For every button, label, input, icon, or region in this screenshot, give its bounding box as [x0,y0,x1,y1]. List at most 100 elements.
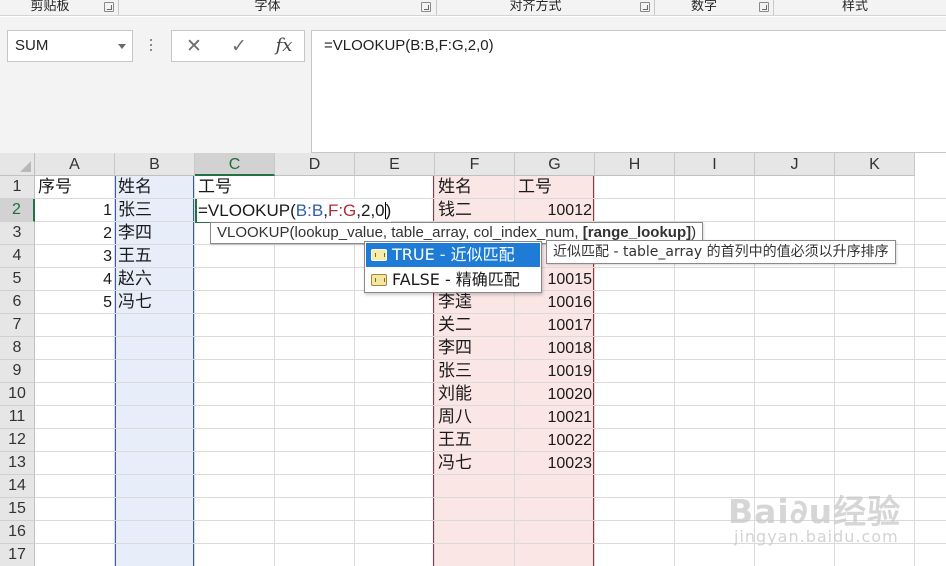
ribbon-separator [118,0,119,15]
cell-b1[interactable]: 姓名 [115,176,195,199]
row-header-16[interactable]: 16 [0,521,35,544]
formula-prefix: =VLOOKUP( [198,201,296,220]
cell-f12[interactable]: 王五 [435,429,515,452]
autocomplete-item-label: TRUE - 近似匹配 [392,245,515,264]
cell-g6[interactable]: 10016 [515,291,595,314]
cell-a6[interactable]: 5 [35,291,115,314]
row-header-5[interactable]: 5 [0,268,35,291]
row-header-11[interactable]: 11 [0,406,35,429]
row-header-10[interactable]: 10 [0,383,35,406]
ribbon-group-clipboard: 剪贴板 [30,0,70,14]
column-header-a[interactable]: A [35,153,115,176]
cell-f7[interactable]: 关二 [435,314,515,337]
close-icon[interactable]: ✕ [176,31,212,61]
cell-b2[interactable]: 张三 [115,199,195,222]
formula-ref-b: B:B [295,201,324,220]
autocomplete-list: TRUE - 近似匹配 FALSE - 精确匹配 [364,241,542,293]
column-header-h[interactable]: H [595,153,675,176]
row-header-13[interactable]: 13 [0,452,35,475]
ribbon-group-alignment: 对齐方式 [509,0,562,14]
column-header-j[interactable]: J [755,153,835,176]
font-launcher-icon[interactable] [421,2,431,12]
cell-a2[interactable]: 1 [35,199,115,222]
cell-g13[interactable]: 10023 [515,452,595,475]
column-header-e[interactable]: E [355,153,435,176]
ribbon-group-styles: 样式 [841,0,868,14]
cell-f8[interactable]: 李四 [435,337,515,360]
column-header-c[interactable]: C [195,153,275,176]
cell-g10[interactable]: 10020 [515,383,595,406]
cell-g11[interactable]: 10021 [515,406,595,429]
column-header-i[interactable]: I [675,153,755,176]
column-header-f[interactable]: F [435,153,515,176]
grid-hline [35,543,946,544]
cell-g12[interactable]: 10022 [515,429,595,452]
row-header-9[interactable]: 9 [0,360,35,383]
row-header-12[interactable]: 12 [0,429,35,452]
tooltip-current-arg: [range_lookup] [582,224,692,241]
cell-b5[interactable]: 赵六 [115,268,195,291]
cell-f11[interactable]: 周八 [435,406,515,429]
name-box[interactable]: SUM [7,30,133,62]
cell-b6[interactable]: 冯七 [115,291,195,314]
formula-input[interactable]: =VLOOKUP(B:B,F:G,2,0) [311,30,946,153]
grid-vline [834,176,835,566]
cell-g8[interactable]: 10018 [515,337,595,360]
cell-g9[interactable]: 10019 [515,360,595,383]
row-header-6[interactable]: 6 [0,291,35,314]
row-header-8[interactable]: 8 [0,337,35,360]
text-caret [384,202,386,219]
cell-a1[interactable]: 序号 [35,176,115,199]
autocomplete-item-true[interactable]: TRUE - 近似匹配 [366,243,540,267]
autocomplete-item-false[interactable]: FALSE - 精确匹配 [366,268,540,292]
row-header-1[interactable]: 1 [0,176,35,199]
column-header-g[interactable]: G [515,153,595,176]
name-box-value: SUM [15,37,49,54]
cell-b3[interactable]: 李四 [115,222,195,245]
row-header-2[interactable]: 2 [0,199,35,222]
drag-handle-icon[interactable] [149,39,153,53]
cell-a3[interactable]: 2 [35,222,115,245]
column-header-k[interactable]: K [835,153,915,176]
grid-vline [754,176,755,566]
clipboard-launcher-icon[interactable] [104,2,114,12]
cell-f13[interactable]: 冯七 [435,452,515,475]
cell-c1[interactable]: 工号 [195,176,275,199]
row-header-17[interactable]: 17 [0,544,35,566]
cell-a5[interactable]: 4 [35,268,115,291]
cell-a4[interactable]: 3 [35,245,115,268]
ribbon-group-font: 字体 [254,0,281,14]
formula-bar-area: SUM ✕ ✓ fx =VLOOKUP(B:B,F:G,2,0) [0,17,946,153]
number-launcher-icon[interactable] [759,2,769,12]
alignment-launcher-icon[interactable] [640,2,650,12]
fx-icon[interactable]: fx [266,31,302,61]
row-header-14[interactable]: 14 [0,475,35,498]
autocomplete-item-label: FALSE - 精确匹配 [392,270,520,289]
autocomplete-description: 近似匹配 - table_array 的首列中的值必须以升序排序 [546,240,896,264]
ribbon-group-number: 数字 [690,0,717,14]
cell-f1[interactable]: 姓名 [435,176,515,199]
cell-b4[interactable]: 王五 [115,245,195,268]
row-header-15[interactable]: 15 [0,498,35,521]
chevron-down-icon[interactable] [118,44,126,49]
row-header-7[interactable]: 7 [0,314,35,337]
column-header-d[interactable]: D [275,153,355,176]
row-header-4[interactable]: 4 [0,245,35,268]
select-all-corner[interactable] [0,153,35,176]
cell-f6[interactable]: 李逵 [435,291,515,314]
cell-g2[interactable]: 10012 [515,199,595,222]
cell-f2[interactable]: 钱二 [435,199,515,222]
tooltip-signature: VLOOKUP(lookup_value, table_array, col_i… [217,224,583,241]
grid-hline [35,520,946,521]
cell-f10[interactable]: 刘能 [435,383,515,406]
formula-ref-f-g: F:G [327,201,357,220]
column-header-b[interactable]: B [115,153,195,176]
spreadsheet-grid[interactable]: ABCDEFGHIJK 1 2 3 4 5 6 7 8 9 10 11 12 13 14 15 16 17 序号… [0,153,946,566]
grid-vline [914,176,915,566]
cell-g1[interactable]: 工号 [515,176,595,199]
cell-edit-formula[interactable]: =VLOOKUP(B:B,F:G,2,0) [197,199,392,222]
check-icon[interactable]: ✓ [221,31,257,61]
cell-f9[interactable]: 张三 [435,360,515,383]
cell-g7[interactable]: 10017 [515,314,595,337]
row-header-3[interactable]: 3 [0,222,35,245]
